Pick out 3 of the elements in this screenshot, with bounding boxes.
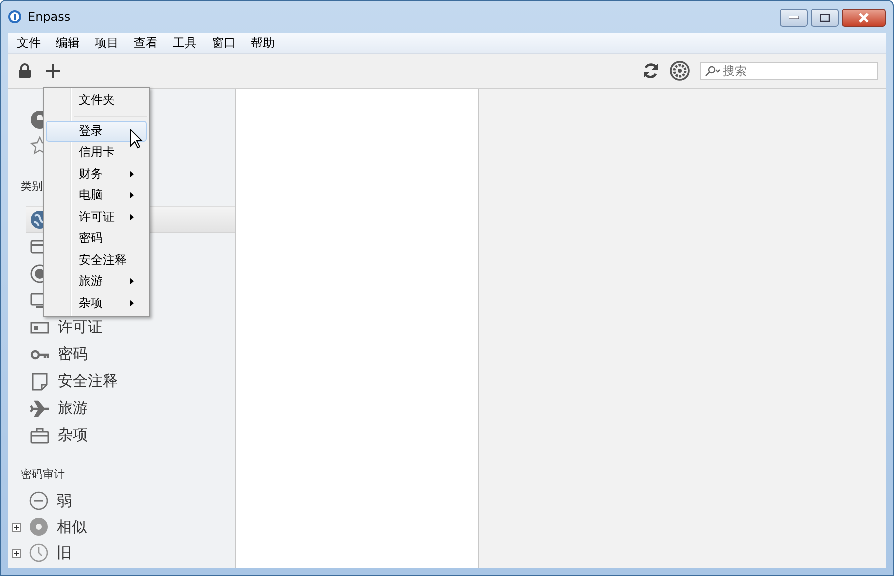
section-header: 密码审计	[21, 467, 65, 482]
window-title: Enpass	[28, 10, 71, 24]
section-header: 类别	[21, 179, 43, 194]
